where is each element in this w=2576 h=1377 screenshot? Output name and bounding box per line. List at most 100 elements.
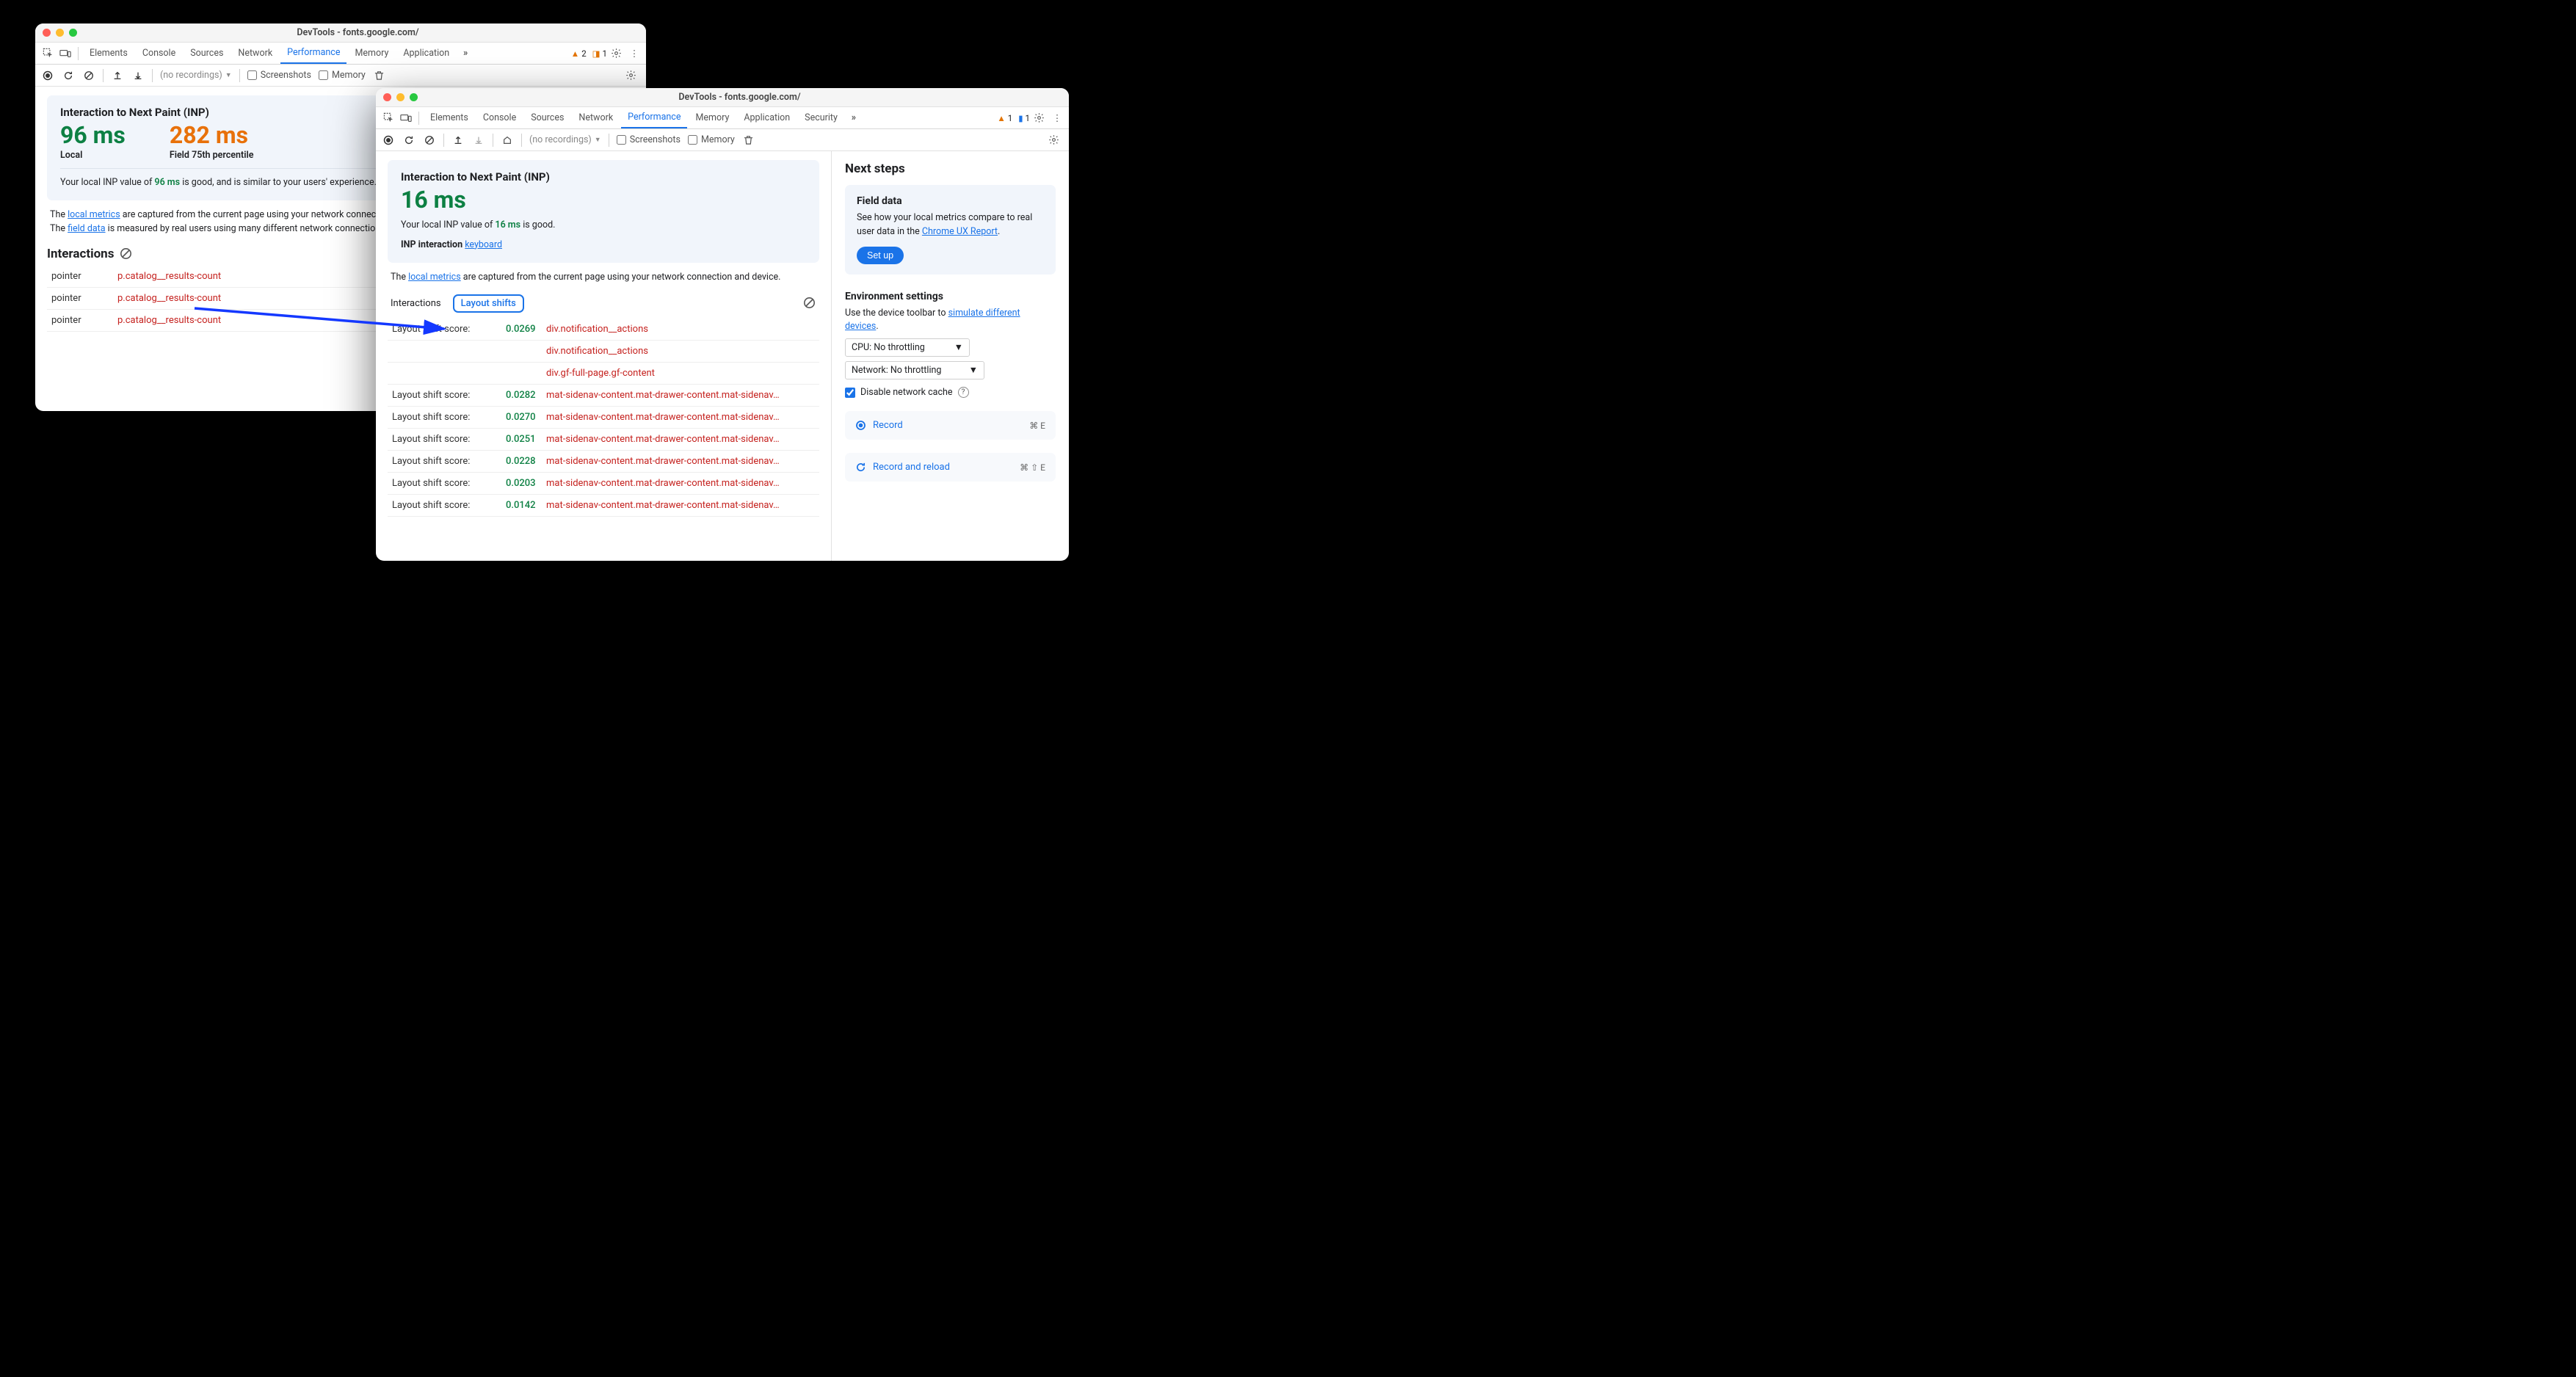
setup-button[interactable]: Set up [857, 247, 904, 264]
tab-sources[interactable]: Sources [524, 107, 570, 128]
table-row[interactable]: Layout shift score: 0.0142 mat-sidenav-c… [388, 494, 819, 516]
tab-elements[interactable]: Elements [424, 107, 475, 128]
minimize-icon[interactable] [396, 93, 404, 101]
close-icon[interactable] [43, 29, 51, 37]
reload-record-icon[interactable] [62, 69, 75, 82]
record-reload-action[interactable]: Record and reload ⌘ ⇧ E [845, 453, 1056, 482]
tabs-overflow-icon[interactable]: » [457, 48, 474, 59]
clear-layout-shifts-icon[interactable] [803, 297, 816, 310]
inspect-icon[interactable] [380, 112, 396, 123]
tab-strip: Elements Console Sources Network Perform… [35, 43, 646, 65]
record-reload-shortcut: ⌘ ⇧ E [1020, 462, 1045, 473]
table-row[interactable]: Layout shift score: 0.0228 mat-sidenav-c… [388, 450, 819, 472]
download-icon[interactable] [472, 134, 485, 147]
recordings-select[interactable]: (no recordings)▼ [160, 70, 232, 81]
inp-interaction-type: INP interaction keyboard [401, 239, 806, 252]
settings-icon[interactable] [611, 48, 625, 59]
ls-label: Layout shift score: [388, 428, 501, 450]
interactions-heading: Interactions [47, 247, 114, 261]
record-icon[interactable] [382, 134, 395, 147]
record-icon[interactable] [41, 69, 54, 82]
kebab-icon[interactable]: ⋮ [627, 48, 642, 59]
zoom-icon[interactable] [410, 93, 418, 101]
device-toolbar-icon[interactable] [57, 48, 73, 59]
tab-network[interactable]: Network [572, 107, 620, 128]
table-row[interactable]: Layout shift score: 0.0251 mat-sidenav-c… [388, 428, 819, 450]
field-data-link[interactable]: field data [68, 223, 105, 234]
clear-icon[interactable] [423, 134, 436, 147]
layout-shifts-table: Layout shift score: 0.0269 div.notificat… [388, 319, 819, 517]
tab-application[interactable]: Application [396, 43, 456, 64]
table-row[interactable]: Layout shift score: 0.0203 mat-sidenav-c… [388, 472, 819, 494]
tab-security[interactable]: Security [798, 107, 844, 128]
warnings-badge[interactable]: ▲1 [995, 113, 1015, 123]
screenshots-checkbox[interactable]: Screenshots [617, 134, 681, 145]
metrics-explain: The local metrics are captured from the … [391, 270, 816, 284]
ls-element: mat-sidenav-content.mat-drawer-content.m… [542, 428, 819, 450]
table-row[interactable]: Layout shift score: 0.0282 mat-sidenav-c… [388, 384, 819, 406]
clear-interactions-icon[interactable] [120, 247, 133, 261]
tab-memory[interactable]: Memory [689, 107, 736, 128]
settings-icon[interactable] [1034, 112, 1048, 123]
gc-icon[interactable] [742, 134, 755, 147]
table-row[interactable]: Layout shift score: 0.0270 mat-sidenav-c… [388, 406, 819, 428]
close-icon[interactable] [383, 93, 391, 101]
table-row[interactable]: div.gf-full-page.gf-content [388, 362, 819, 384]
inp-local-value: 16 ms [401, 188, 806, 211]
tab-performance[interactable]: Performance [621, 107, 687, 128]
cpu-throttling-select[interactable]: CPU: No throttling▼ [845, 338, 970, 357]
memory-checkbox[interactable]: Memory [319, 70, 366, 81]
local-metrics-link[interactable]: local metrics [408, 272, 461, 283]
screenshots-checkbox[interactable]: Screenshots [247, 70, 311, 81]
help-icon[interactable]: ? [958, 387, 969, 398]
disable-cache-checkbox[interactable]: Disable network cache? [845, 387, 1056, 398]
window-title: DevTools - fonts.google.com/ [418, 92, 1062, 103]
warnings-badge[interactable]: ▲2 [569, 48, 589, 59]
gc-icon[interactable] [373, 69, 386, 82]
info-badge[interactable]: ▮1 [1016, 113, 1032, 123]
tab-application[interactable]: Application [737, 107, 797, 128]
tab-network[interactable]: Network [231, 43, 279, 64]
ls-element: div.gf-full-page.gf-content [542, 362, 819, 384]
tab-sources[interactable]: Sources [184, 43, 230, 64]
upload-icon[interactable] [111, 69, 124, 82]
zoom-icon[interactable] [69, 29, 77, 37]
reload-record-icon[interactable] [402, 134, 416, 147]
table-row[interactable]: Layout shift score: 0.0269 div.notificat… [388, 319, 819, 341]
panel-settings-icon[interactable] [625, 70, 640, 81]
memory-checkbox[interactable]: Memory [688, 134, 735, 145]
tab-console[interactable]: Console [136, 43, 182, 64]
field-data-heading: Field data [857, 195, 1044, 207]
ls-label: Layout shift score: [388, 494, 501, 516]
record-action[interactable]: Record ⌘ E [845, 411, 1056, 440]
tab-console[interactable]: Console [476, 107, 523, 128]
tab-strip: Elements Console Sources Network Perform… [376, 107, 1069, 129]
ls-label: Layout shift score: [388, 319, 501, 341]
local-metrics-link[interactable]: local metrics [68, 209, 120, 220]
table-row[interactable]: div.notification__actions [388, 340, 819, 362]
home-icon[interactable] [501, 134, 514, 147]
issues-badge[interactable]: ◨1 [590, 48, 609, 59]
network-throttling-select[interactable]: Network: No throttling▼ [845, 361, 984, 379]
subtab-layout-shifts[interactable]: Layout shifts [453, 294, 524, 313]
clear-icon[interactable] [82, 69, 95, 82]
minimize-icon[interactable] [56, 29, 64, 37]
window-title: DevTools - fonts.google.com/ [77, 27, 639, 38]
panel-settings-icon[interactable] [1048, 134, 1063, 145]
inp-keyboard-link[interactable]: keyboard [465, 239, 502, 250]
ls-score: 0.0251 [501, 428, 542, 450]
tabs-overflow-icon[interactable]: » [846, 112, 862, 123]
recordings-select[interactable]: (no recordings)▼ [529, 134, 601, 145]
device-toolbar-icon[interactable] [398, 113, 414, 123]
inp-desc: Your local INP value of 16 ms is good. [401, 219, 806, 233]
tab-performance[interactable]: Performance [280, 43, 347, 64]
upload-icon[interactable] [451, 134, 465, 147]
inspect-icon[interactable] [40, 48, 56, 59]
ls-label [388, 340, 501, 362]
download-icon[interactable] [131, 69, 145, 82]
tab-elements[interactable]: Elements [83, 43, 134, 64]
subtab-interactions[interactable]: Interactions [391, 295, 441, 312]
kebab-icon[interactable]: ⋮ [1050, 112, 1064, 124]
tab-memory[interactable]: Memory [348, 43, 395, 64]
crux-link[interactable]: Chrome UX Report [922, 226, 998, 237]
